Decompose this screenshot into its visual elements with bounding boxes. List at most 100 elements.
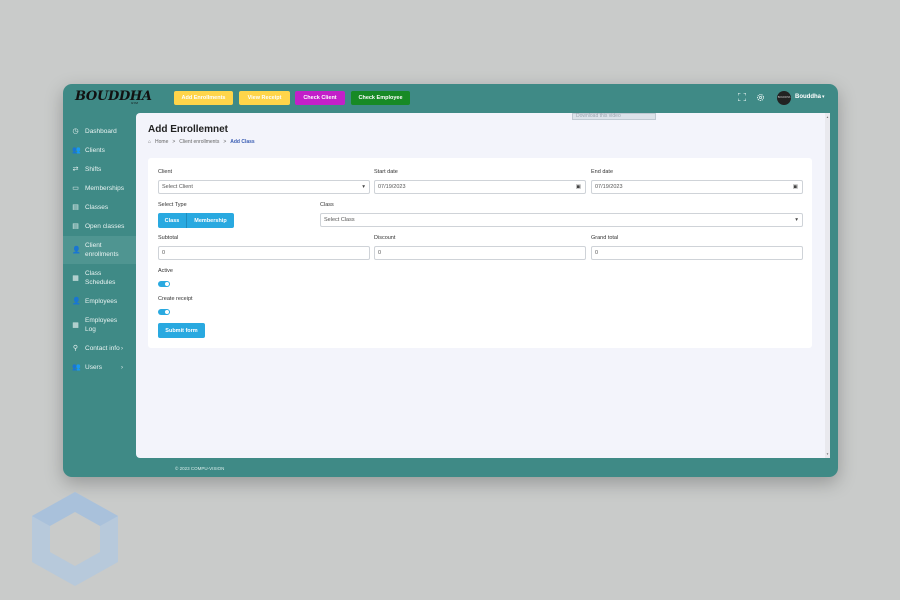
- breadcrumb-current: Add Class: [230, 139, 255, 145]
- sidebar-item-open-classes[interactable]: ▤ Open classes: [63, 217, 137, 236]
- client-select[interactable]: Select Client ▾: [158, 180, 370, 194]
- user-plus-icon: 👤: [72, 246, 81, 254]
- start-date-label: Start date: [374, 169, 398, 175]
- fullscreen-icon[interactable]: [737, 92, 747, 103]
- start-date-field[interactable]: 07/19/2023 ▣: [374, 180, 586, 194]
- create-receipt-toggle[interactable]: [158, 309, 170, 315]
- calendar-icon: ▦: [72, 274, 79, 282]
- sidebar-item-label: Dashboard: [85, 128, 117, 135]
- home-icon[interactable]: ⌂: [148, 139, 151, 145]
- sidebar-item-class-schedules[interactable]: ▦ Class Schedules: [63, 264, 137, 292]
- sidebar-item-client-enrollments[interactable]: 👤 Client enrollments: [63, 236, 137, 264]
- create-receipt-label: Create receipt: [158, 296, 193, 302]
- sidebar-item-label: Client enrollments: [85, 242, 119, 258]
- breadcrumb: ⌂ Home > Client enrollments > Add Class: [148, 139, 255, 145]
- breadcrumb-parent[interactable]: Client enrollments: [179, 139, 219, 145]
- user-icon: 👤: [72, 298, 81, 305]
- sidebar-item-label: Employees Log: [85, 317, 118, 333]
- class-select[interactable]: Select Class ▾: [320, 213, 803, 227]
- discount-label: Discount: [374, 235, 396, 241]
- sidebar-item-label: Shifts: [85, 166, 102, 173]
- end-date-value: 07/19/2023: [595, 184, 623, 190]
- sidebar-item-label: Class Schedules: [85, 270, 116, 286]
- sidebar-item-label: Memberships: [85, 185, 125, 192]
- page-title: Add Enrollemnet: [148, 124, 229, 135]
- footer-copyright: © 2023 COMPU-VISION: [175, 466, 225, 471]
- check-client-button[interactable]: Check Client: [295, 91, 345, 105]
- subtotal-field[interactable]: 0: [158, 246, 370, 260]
- sidebar-item-shifts[interactable]: ⇄ Shifts: [63, 160, 137, 179]
- layers-icon: ▤: [72, 223, 79, 230]
- sidebar-item-contact-info[interactable]: ⚲ Contact info ›: [63, 339, 137, 358]
- scrollbar[interactable]: ▲ ▼: [825, 113, 830, 458]
- calendar-icon[interactable]: ▣: [576, 184, 581, 190]
- pin-icon: ⚲: [72, 345, 79, 352]
- calendar-icon: ▦: [72, 321, 79, 329]
- logo-sub: GYM: [131, 101, 138, 105]
- chevron-down-icon[interactable]: ▾: [822, 94, 825, 100]
- type-toggle-group: Class Membership: [158, 213, 234, 228]
- sidebar-item-clients[interactable]: 👥 Clients: [63, 141, 137, 160]
- scroll-up-icon[interactable]: ▲: [826, 115, 829, 119]
- discount-value: 0: [378, 250, 382, 256]
- sidebar-item-label: Contact info: [85, 345, 120, 352]
- users-icon: 👥: [72, 364, 81, 371]
- app-window: BOUDDHA GYM Add Enrollments View Receipt…: [63, 84, 838, 477]
- enrollment-form: Client Select Client ▾ Start date 07/19/…: [148, 158, 812, 348]
- breadcrumb-separator: >: [223, 139, 227, 145]
- class-label: Class: [320, 202, 334, 208]
- arrows-icon: ⇄: [72, 166, 79, 173]
- avatar[interactable]: BOUDDHA: [777, 91, 791, 105]
- grand-total-value: 0: [595, 250, 599, 256]
- users-icon: 👥: [72, 147, 81, 154]
- chevron-right-icon: ›: [121, 345, 123, 352]
- subtotal-label: Subtotal: [158, 235, 179, 241]
- chevron-down-icon: ▾: [795, 217, 798, 223]
- logo[interactable]: BOUDDHA GYM: [75, 87, 152, 107]
- end-date-field[interactable]: 07/19/2023 ▣: [591, 180, 803, 194]
- active-label: Active: [158, 268, 173, 274]
- chevron-down-icon: ▾: [362, 184, 365, 190]
- add-enrollments-button[interactable]: Add Enrollments: [174, 91, 233, 105]
- discount-field[interactable]: 0: [374, 246, 586, 260]
- submit-form-button[interactable]: Submit form: [158, 323, 205, 338]
- logo-text: BOUDDHA: [75, 89, 152, 104]
- card-icon: ▭: [72, 185, 79, 192]
- active-toggle[interactable]: [158, 281, 170, 287]
- sidebar: ◷ Dashboard 👥 Clients ⇄ Shifts ▭ Members…: [63, 122, 137, 377]
- breadcrumb-home[interactable]: Home: [155, 139, 168, 145]
- calendar-icon[interactable]: ▣: [793, 184, 798, 190]
- hexagon-watermark: [32, 492, 118, 586]
- type-class-button[interactable]: Class: [158, 213, 187, 228]
- chevron-right-icon: ›: [121, 364, 123, 371]
- end-date-label: End date: [591, 169, 614, 175]
- sidebar-item-label: Open classes: [85, 223, 125, 230]
- sidebar-item-users[interactable]: 👥 Users ›: [63, 358, 137, 377]
- sidebar-item-label: Clients: [85, 147, 105, 154]
- type-membership-button[interactable]: Membership: [187, 213, 234, 228]
- sidebar-item-employees[interactable]: 👤 Employees: [63, 292, 137, 311]
- sidebar-item-label: Employees: [85, 298, 118, 305]
- scroll-down-icon[interactable]: ▼: [826, 452, 829, 456]
- breadcrumb-separator: >: [172, 139, 176, 145]
- start-date-value: 07/19/2023: [378, 184, 406, 190]
- sidebar-item-dashboard[interactable]: ◷ Dashboard: [63, 122, 137, 141]
- gear-icon[interactable]: [755, 93, 765, 103]
- sidebar-item-employees-log[interactable]: ▦ Employees Log: [63, 311, 137, 339]
- client-label: Client: [158, 169, 173, 175]
- clock-icon: ◷: [72, 128, 79, 135]
- username[interactable]: Bouddha: [795, 94, 821, 100]
- subtotal-value: 0: [162, 250, 166, 256]
- check-employee-button[interactable]: Check Employee: [351, 91, 410, 105]
- client-select-value: Select Client: [162, 184, 193, 190]
- grand-total-field[interactable]: 0: [591, 246, 803, 260]
- sidebar-item-memberships[interactable]: ▭ Memberships: [63, 179, 137, 198]
- grand-total-label: Grand total: [591, 235, 619, 241]
- view-receipt-button[interactable]: View Receipt: [239, 91, 290, 105]
- class-select-value: Select Class: [324, 217, 355, 223]
- download-video-overlay[interactable]: Download this video: [572, 113, 656, 120]
- select-type-label: Select Type: [158, 202, 187, 208]
- sidebar-item-label: Classes: [85, 204, 109, 211]
- main-content: Download this video Add Enrollemnet ⌂ Ho…: [136, 113, 830, 458]
- sidebar-item-classes[interactable]: ▤ Classes: [63, 198, 137, 217]
